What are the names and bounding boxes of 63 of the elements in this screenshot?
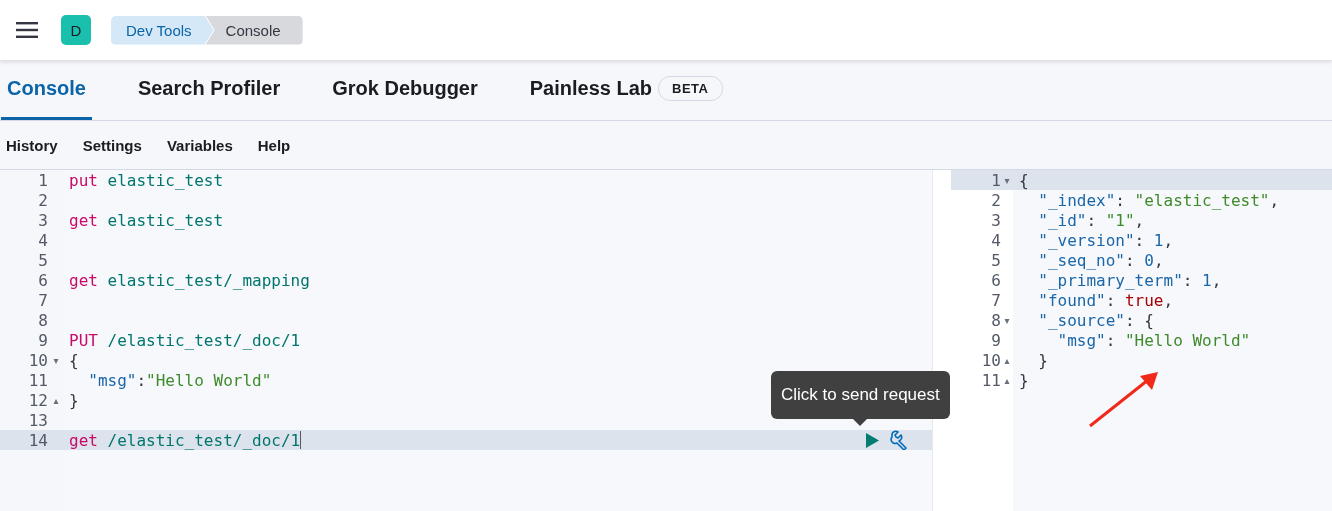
line-number: 11 bbox=[980, 370, 1001, 390]
code-line: } bbox=[1019, 370, 1029, 390]
line-number: 2 bbox=[37, 190, 48, 210]
code-line: { bbox=[1019, 170, 1029, 190]
code-line: "_version": 1, bbox=[1037, 230, 1174, 250]
code-line: "_seq_no": 0, bbox=[1037, 250, 1164, 270]
line-number: 5 bbox=[37, 250, 48, 270]
code-line: "found": true, bbox=[1037, 290, 1174, 310]
code-line: "_index": "elastic_test", bbox=[1037, 190, 1280, 210]
line-number: 3 bbox=[990, 210, 1001, 230]
line-number: 7 bbox=[37, 290, 48, 310]
menu-link[interactable]: Help bbox=[257, 136, 291, 154]
menu-link[interactable]: Variables bbox=[166, 136, 233, 154]
code-line: get elastic_test/_mapping bbox=[69, 270, 310, 290]
line-number: 9 bbox=[37, 330, 48, 350]
code-line: "msg": "Hello World" bbox=[1056, 330, 1251, 350]
fold-toggle[interactable]: ▾ bbox=[53, 354, 59, 366]
code-line: get elastic_test bbox=[69, 210, 224, 230]
line-number: 1 bbox=[990, 170, 1001, 190]
fold-toggle[interactable]: ▾ bbox=[1004, 314, 1010, 326]
fold-toggle[interactable]: ▾ bbox=[1004, 174, 1010, 186]
code-line: PUT /elastic_test/_doc/1 bbox=[69, 330, 301, 350]
line-number: 11 bbox=[27, 370, 48, 390]
tab[interactable]: Painless Lab BETA bbox=[523, 60, 729, 120]
breadcrumb[interactable]: Console bbox=[205, 15, 303, 45]
line-number: 14 bbox=[27, 430, 48, 450]
space-avatar[interactable]: D bbox=[61, 15, 91, 45]
line-number: 10 bbox=[27, 350, 48, 370]
fold-toggle[interactable]: ▴ bbox=[1004, 374, 1010, 386]
line-number: 13 bbox=[27, 410, 48, 430]
line-number: 9 bbox=[990, 330, 1001, 350]
code-line: "_primary_term": 1, bbox=[1037, 270, 1222, 290]
line-number: 6 bbox=[990, 270, 1001, 290]
tab[interactable]: Search Profiler bbox=[131, 60, 287, 120]
code-line: { bbox=[69, 350, 79, 370]
tooltip: Click to send request bbox=[771, 371, 950, 419]
code-line: "msg":"Hello World" bbox=[87, 370, 272, 390]
line-number: 6 bbox=[37, 270, 48, 290]
line-number: 2 bbox=[990, 190, 1001, 210]
line-number: 5 bbox=[990, 250, 1001, 270]
code-line: get /elastic_test/_doc/1 bbox=[69, 430, 301, 450]
fold-toggle[interactable]: ▴ bbox=[53, 394, 59, 406]
line-number: 3 bbox=[37, 210, 48, 230]
code-line: put elastic_test bbox=[69, 170, 224, 190]
line-number: 1 bbox=[37, 170, 48, 190]
breadcrumb[interactable]: Dev Tools bbox=[111, 15, 214, 45]
line-number: 7 bbox=[990, 290, 1001, 310]
fold-toggle[interactable]: ▴ bbox=[1004, 354, 1010, 366]
menu-link[interactable]: History bbox=[6, 136, 58, 154]
tab[interactable]: Console bbox=[1, 60, 92, 120]
menu-link[interactable]: Settings bbox=[82, 136, 142, 154]
line-number: 8 bbox=[990, 310, 1001, 330]
line-number: 12 bbox=[27, 390, 48, 410]
line-number: 4 bbox=[990, 230, 1001, 250]
code-line: } bbox=[69, 390, 79, 410]
code-line: } bbox=[1037, 350, 1048, 370]
line-number: 10 bbox=[980, 350, 1001, 370]
code-line: "_source": { bbox=[1037, 310, 1154, 330]
code-line: "_id": "1", bbox=[1037, 210, 1145, 230]
tab[interactable]: Grok Debugger bbox=[326, 60, 484, 120]
line-number: 4 bbox=[37, 230, 48, 250]
line-number: 8 bbox=[37, 310, 48, 330]
beta-badge: BETA bbox=[658, 76, 723, 101]
